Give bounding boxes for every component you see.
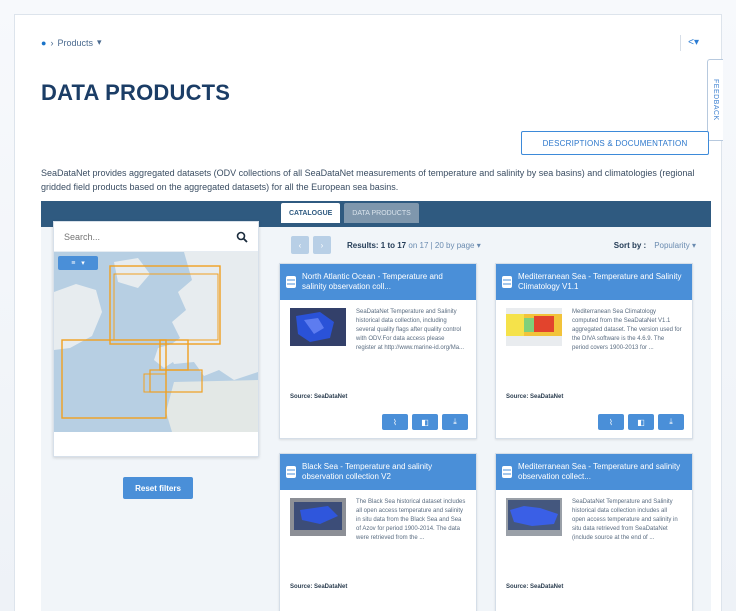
page-container: ● › Products ▾ <▾ FEEDBACK DATA PRODUCTS…	[14, 14, 723, 611]
tab-data-products[interactable]: DATA PRODUCTS	[344, 203, 419, 223]
sort-select[interactable]: Popularity ▾	[654, 241, 696, 250]
dataset-thumbnail	[290, 498, 346, 536]
card-title[interactable]: Mediterranean Sea - Temperature and Sali…	[518, 272, 684, 292]
feedback-label: FEEDBACK	[712, 79, 719, 121]
card-body: SeaDataNet Temperature and Salinity hist…	[280, 300, 476, 404]
view-icon[interactable]: ⌇	[382, 414, 408, 430]
pager-row: ‹ › Results: 1 to 17 on 17 | 20 by page …	[291, 235, 696, 255]
product-card[interactable]: North Atlantic Ocean - Temperature and s…	[279, 263, 477, 439]
card-title[interactable]: Black Sea - Temperature and salinity obs…	[302, 462, 468, 482]
results-count: Results: 1 to 17	[347, 240, 407, 250]
layer-switcher-button[interactable]: ≡ ▾	[58, 256, 98, 270]
card-header[interactable]: Mediterranean Sea - Temperature and Sali…	[496, 264, 692, 300]
card-source: Source: SeaDataNet	[506, 394, 564, 400]
view-tabs: CATALOGUE DATA PRODUCTS	[281, 203, 419, 223]
search-row	[54, 222, 258, 252]
product-card[interactable]: Black Sea - Temperature and salinity obs…	[279, 453, 477, 611]
card-header[interactable]: North Atlantic Ocean - Temperature and s…	[280, 264, 476, 300]
feedback-tab[interactable]: FEEDBACK	[707, 59, 723, 141]
card-description: Mediterranean Sea Climatology computed f…	[572, 309, 682, 351]
dataset-thumbnail	[506, 498, 562, 536]
map[interactable]: ≡ ▾	[54, 252, 258, 432]
card-title[interactable]: North Atlantic Ocean - Temperature and s…	[302, 272, 468, 292]
view-icon[interactable]: ⌇	[598, 414, 624, 430]
card-source: Source: SeaDataNet	[506, 584, 564, 590]
results-per-page[interactable]: on 17 | 20 by page ▾	[408, 241, 480, 250]
database-icon	[286, 276, 296, 288]
card-actions: ⌇ ◧ ⤓	[382, 414, 468, 430]
card-source: Source: SeaDataNet	[290, 394, 348, 400]
breadcrumb-separator: ›	[50, 37, 54, 48]
page-title: DATA PRODUCTS	[41, 80, 231, 105]
card-body: The Black Sea historical dataset include…	[280, 490, 476, 594]
breadcrumb: ● › Products ▾	[41, 37, 102, 48]
card-header[interactable]: Black Sea - Temperature and salinity obs…	[280, 454, 476, 490]
card-actions: ⌇ ◧ ⤓	[598, 414, 684, 430]
dataset-thumbnail	[290, 308, 346, 346]
card-description: The Black Sea historical dataset include…	[356, 499, 466, 541]
card-body: SeaDataNet Temperature and Salinity hist…	[496, 490, 692, 594]
download-icon[interactable]: ⤓	[658, 414, 684, 430]
reset-filters-button[interactable]: Reset filters	[123, 477, 193, 499]
database-icon	[502, 466, 512, 478]
card-title[interactable]: Mediterranean Sea - Temperature and sali…	[518, 462, 684, 482]
intro-text: SeaDataNet provides aggregated datasets …	[41, 168, 695, 192]
database-icon	[502, 276, 512, 288]
tab-catalogue[interactable]: CATALOGUE	[281, 203, 341, 223]
share-icon[interactable]: <▾	[688, 37, 699, 48]
filter-icon[interactable]: ◧	[412, 414, 438, 430]
descriptions-documentation-button[interactable]: DESCRIPTIONS & DOCUMENTATION	[521, 131, 709, 155]
search-icon[interactable]	[236, 231, 248, 243]
next-page-button[interactable]: ›	[313, 236, 331, 254]
card-source: Source: SeaDataNet	[290, 584, 348, 590]
filter-card: ≡ ▾	[53, 221, 259, 457]
product-card[interactable]: Mediterranean Sea - Temperature and sali…	[495, 453, 693, 611]
card-description: SeaDataNet Temperature and Salinity hist…	[572, 499, 678, 541]
database-icon	[286, 466, 296, 478]
map-graphic	[54, 252, 258, 432]
breadcrumb-products[interactable]: Products	[57, 38, 93, 48]
card-description: SeaDataNet Temperature and Salinity hist…	[356, 309, 465, 351]
card-body: Mediterranean Sea Climatology computed f…	[496, 300, 692, 404]
product-card[interactable]: Mediterranean Sea - Temperature and Sali…	[495, 263, 693, 439]
card-header[interactable]: Mediterranean Sea - Temperature and sali…	[496, 454, 692, 490]
products-panel: CATALOGUE DATA PRODUCTS Search... ≡ ▾ Re…	[41, 201, 711, 611]
dataset-thumbnail	[506, 308, 562, 346]
chevron-down-icon: ▾	[81, 260, 85, 267]
sort-label: Sort by :	[613, 240, 647, 250]
home-icon[interactable]: ●	[41, 38, 46, 48]
download-icon[interactable]: ⤓	[442, 414, 468, 430]
results-summary: Results: 1 to 17 on 17 | 20 by page ▾	[347, 241, 481, 250]
divider	[680, 35, 681, 51]
prev-page-button[interactable]: ‹	[291, 236, 309, 254]
layers-icon: ≡	[71, 259, 76, 267]
search-input[interactable]	[64, 231, 214, 242]
chevron-down-icon[interactable]: ▾	[97, 37, 102, 48]
filter-icon[interactable]: ◧	[628, 414, 654, 430]
